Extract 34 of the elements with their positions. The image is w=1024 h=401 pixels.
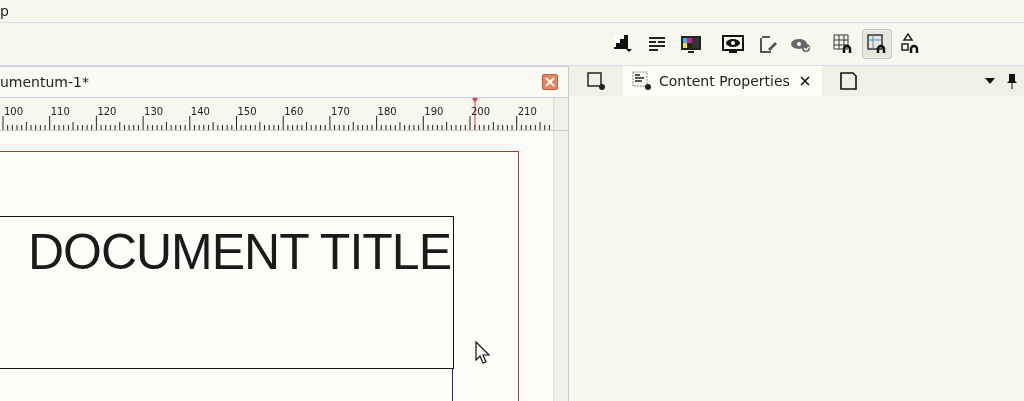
ruler-label: 190	[424, 106, 444, 117]
tab-label: Content Properties	[659, 73, 790, 89]
ruler-label: 210	[517, 106, 537, 117]
eye-icon	[722, 33, 744, 55]
ruler-label: 110	[50, 106, 70, 117]
close-icon	[799, 76, 810, 86]
pin-icon[interactable]	[1006, 73, 1018, 89]
frame-settings-icon	[585, 70, 607, 92]
ruler-label: 130	[144, 106, 164, 117]
dropdown-icon[interactable]	[984, 77, 996, 85]
monitor-icon	[680, 33, 702, 55]
toolbar-button[interactable]	[862, 29, 892, 59]
page-icon	[837, 70, 860, 92]
text-frame[interactable]: DOCUMENT TITLE	[0, 216, 454, 369]
ruler-label: 120	[97, 106, 117, 117]
cursor-icon	[475, 341, 491, 365]
ruler-label: 180	[377, 106, 397, 117]
ruler-label: 100	[4, 106, 24, 117]
guide-magnet-icon	[866, 33, 888, 55]
menu-item[interactable]: p	[0, 3, 9, 19]
page-corner-icon	[612, 33, 634, 55]
ruler-label: 140	[190, 106, 210, 117]
ruler-label: 200	[471, 106, 491, 117]
document-title: DOCUMENT TITLE	[27, 223, 451, 281]
ruler-label: 150	[237, 106, 257, 117]
grid-magnet-icon	[832, 33, 854, 55]
scrollbar[interactable]	[553, 131, 568, 401]
scrollbar[interactable]	[553, 98, 568, 130]
panel-tab[interactable]: Content Properties	[623, 66, 822, 96]
ruler-label: 160	[284, 106, 304, 117]
document-tab[interactable]: umentum-1*	[0, 74, 89, 90]
content-properties-icon	[631, 70, 653, 92]
ruler-label: 170	[330, 106, 350, 117]
close-icon	[545, 77, 555, 87]
